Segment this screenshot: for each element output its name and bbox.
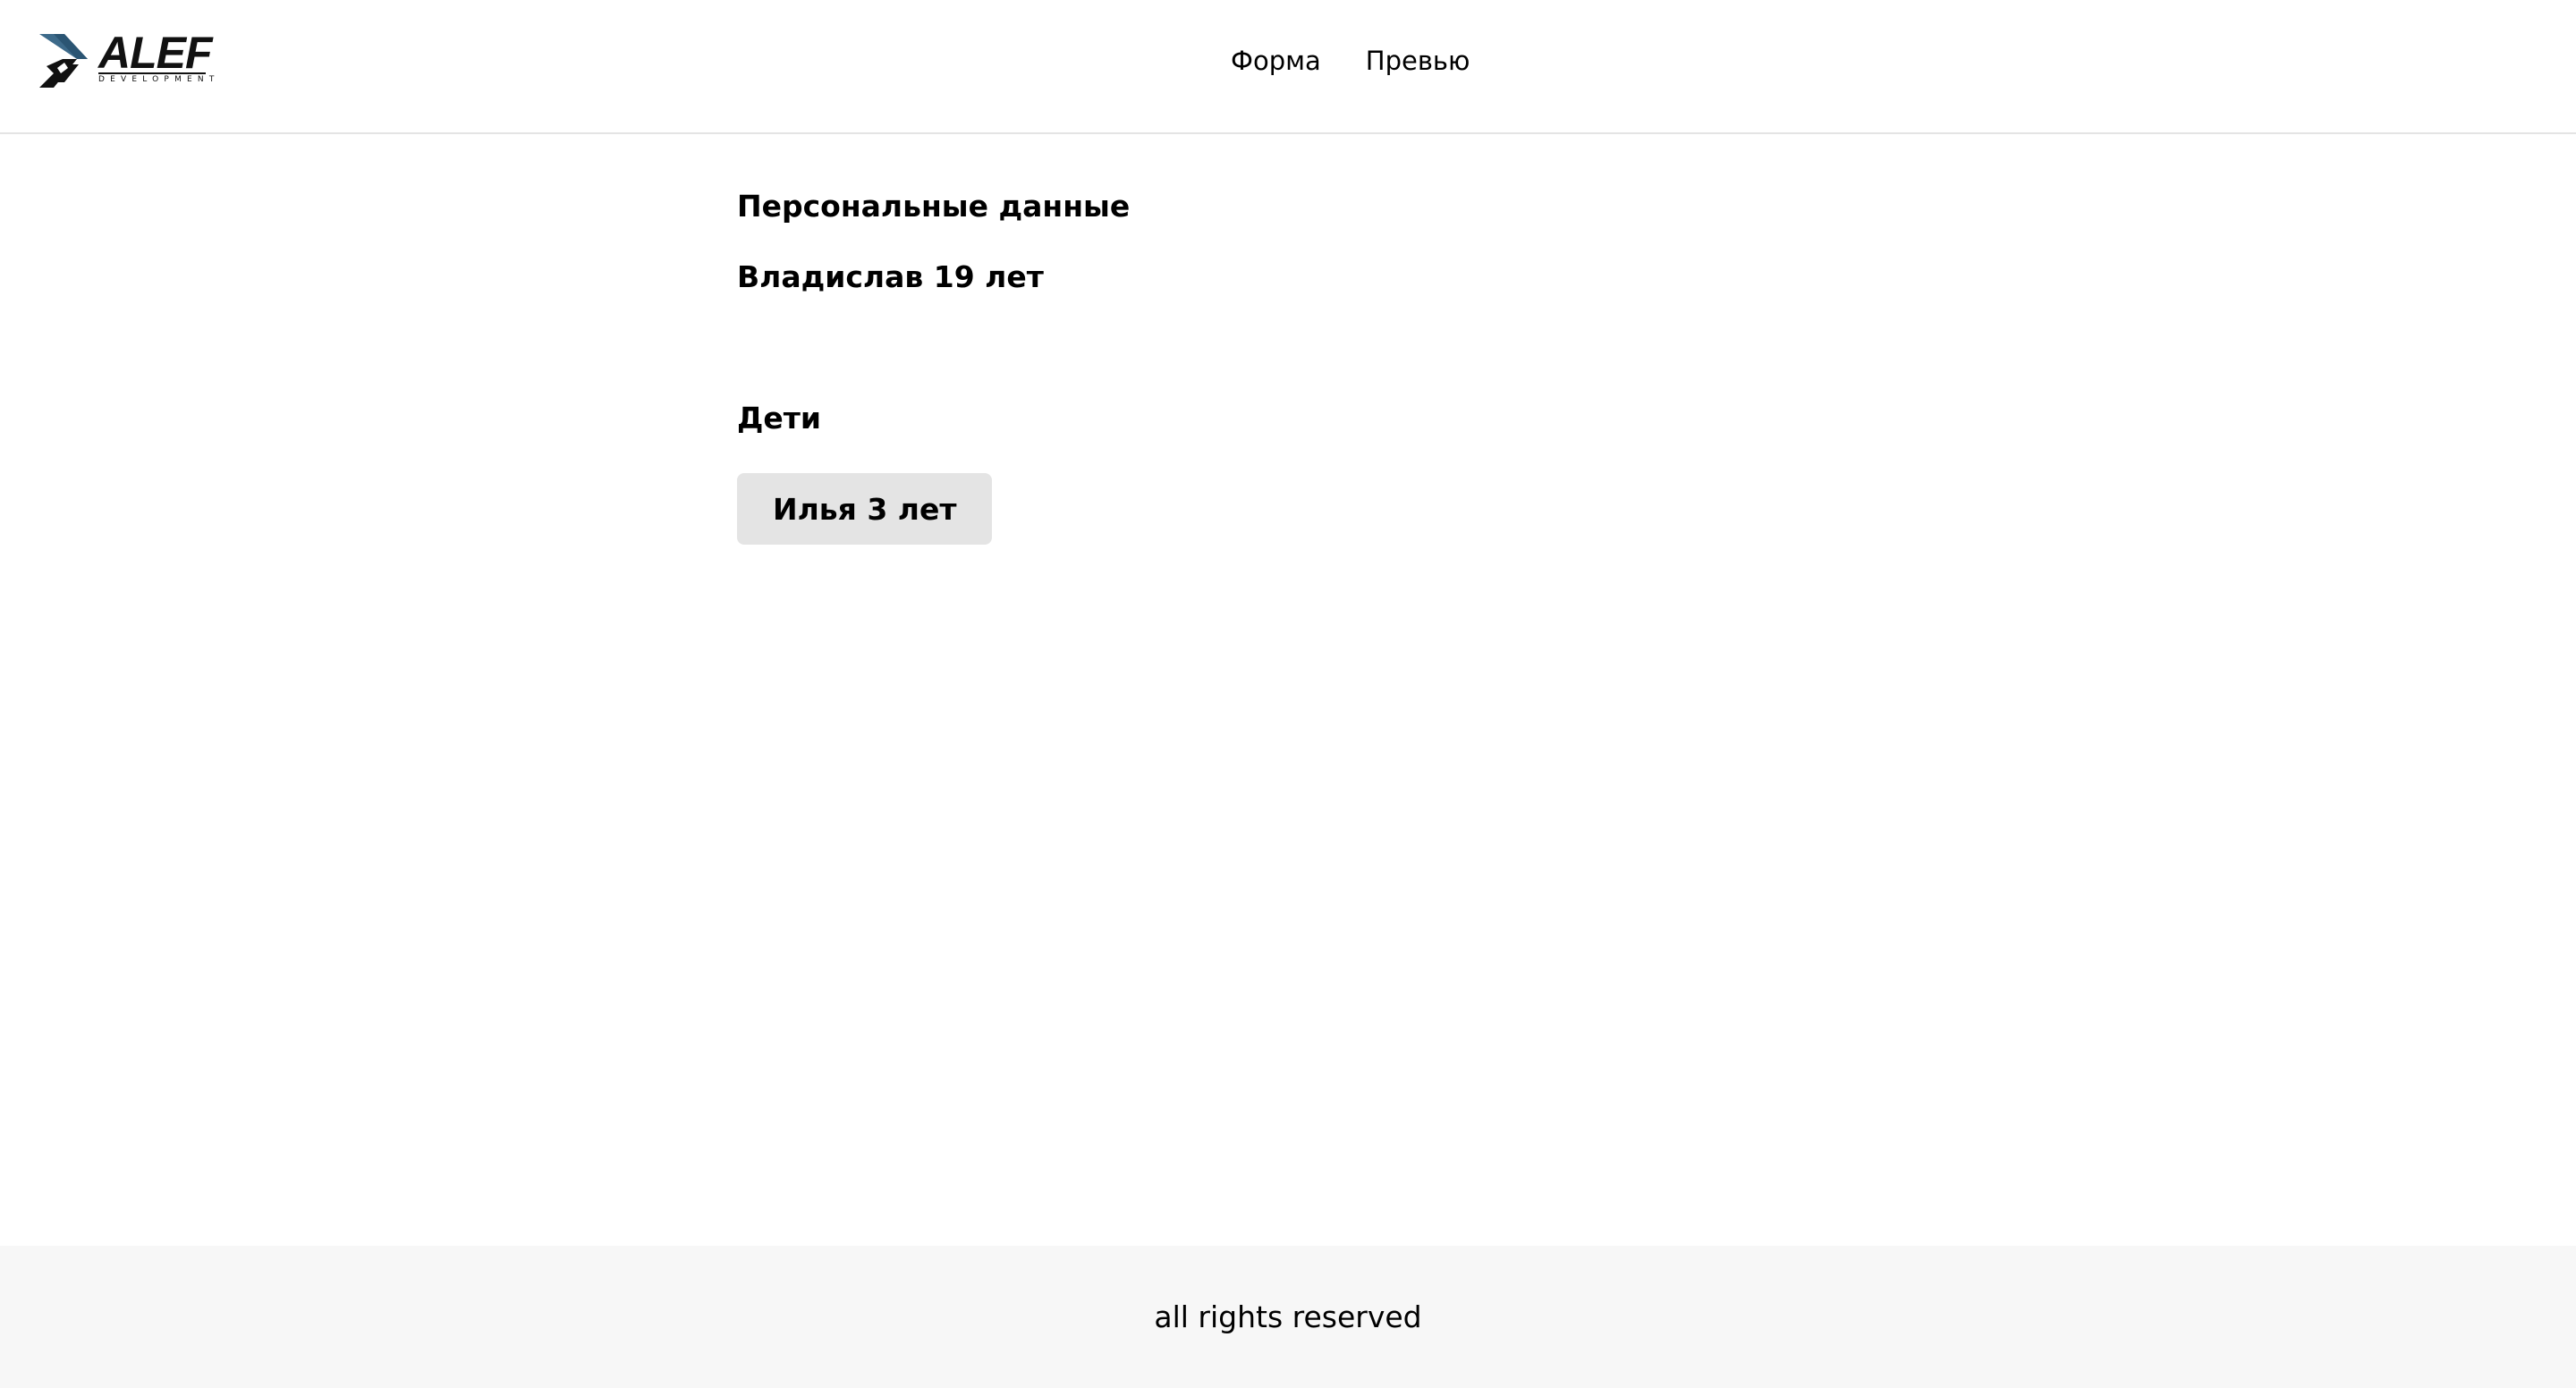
nav-link-preview[interactable]: Превью [1366,48,1470,74]
site-header: ALEF DEVELOPMENT Форма Превью [0,0,2576,134]
alef-logo[interactable]: ALEF DEVELOPMENT [38,28,216,91]
personal-data-title: Персональные данные [737,189,1131,224]
alef-logo-icon [39,34,88,88]
page: ALEF DEVELOPMENT Форма Превью Персональн… [0,0,2576,1388]
footer-text: all rights reserved [1154,1299,1422,1334]
logo-divider [98,72,206,74]
child-card: Илья 3 лет [737,473,993,545]
logo-wordmark: ALEF [98,28,213,78]
main-nav: Форма Превью [1231,48,1470,74]
site-footer: all rights reserved [0,1246,2576,1388]
nav-link-form[interactable]: Форма [1231,48,1321,74]
child-summary: Илья 3 лет [773,491,957,527]
logo-subtitle: DEVELOPMENT [98,75,220,84]
person-summary: Владислав 19 лет [737,259,1044,294]
children-title: Дети [737,401,822,436]
